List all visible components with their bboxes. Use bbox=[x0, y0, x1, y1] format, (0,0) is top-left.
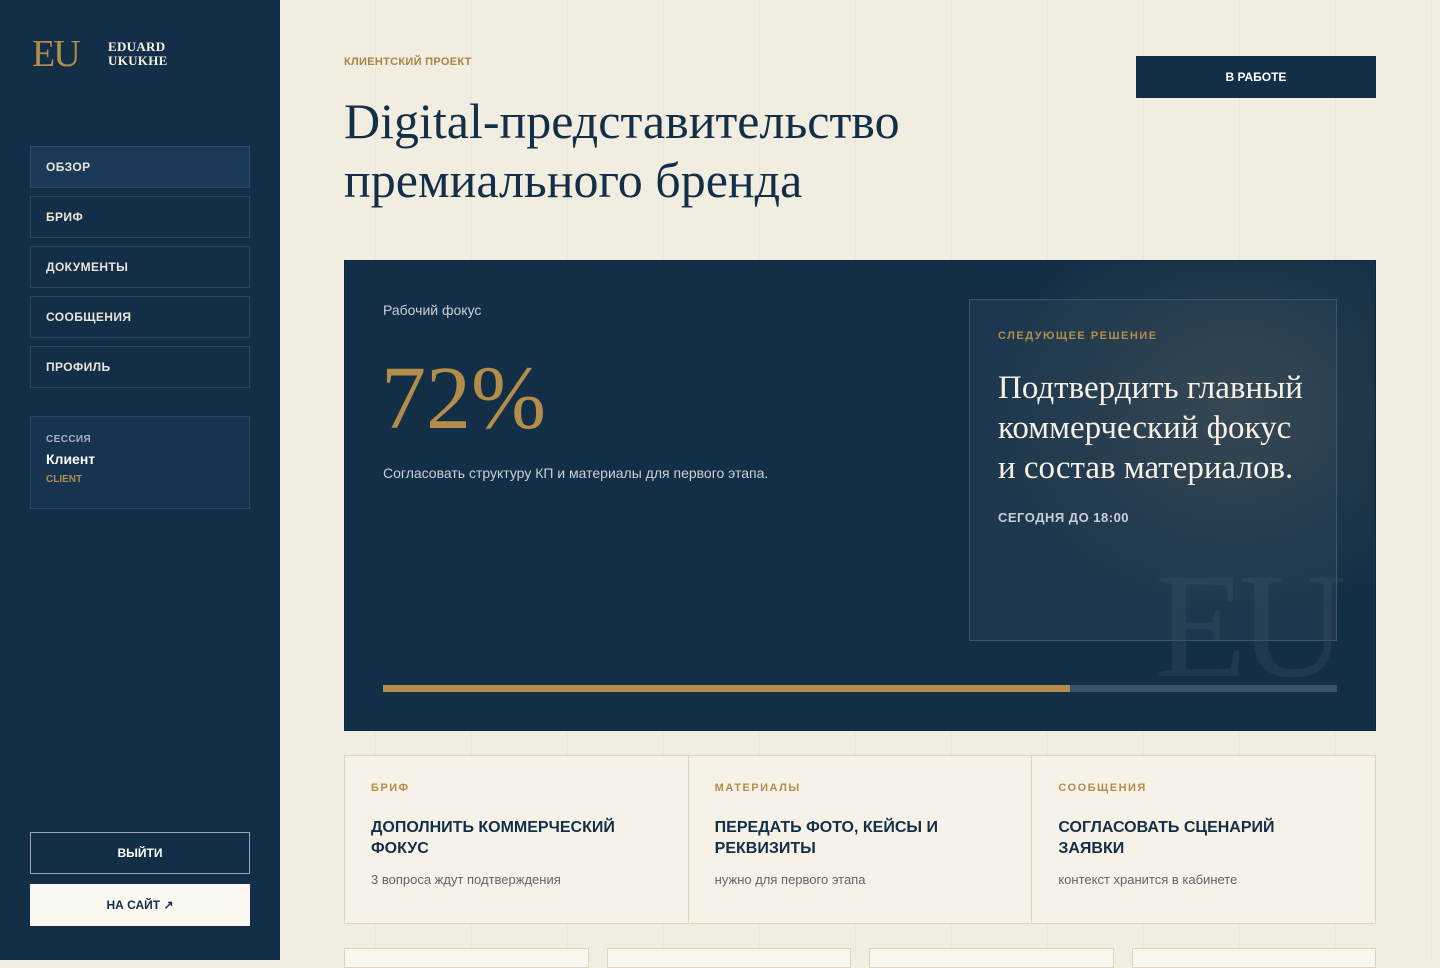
bottom-card[interactable] bbox=[869, 948, 1114, 968]
focus-progress-fill bbox=[383, 685, 1070, 692]
session-user-name: Клиент bbox=[46, 451, 96, 467]
task-category: МАТЕРИАЛЫ bbox=[714, 782, 801, 794]
logout-button[interactable]: ВЫЙТИ bbox=[30, 832, 250, 874]
focus-label: Рабочий фокус bbox=[383, 302, 482, 318]
logo-monogram: EU bbox=[32, 33, 81, 75]
task-title: ДОПОЛНИТЬ КОММЕРЧЕСКИЙ ФОКУС bbox=[371, 819, 615, 857]
logo-name-line1: EDUARD bbox=[108, 39, 166, 54]
task-title: СОГЛАСОВАТЬ СЦЕНАРИЙ ЗАЯВКИ bbox=[1058, 819, 1275, 857]
nav-item-messages[interactable]: СООБЩЕНИЯ bbox=[30, 296, 250, 338]
bottom-card[interactable] bbox=[1131, 948, 1376, 968]
focus-progress-bar bbox=[383, 685, 1337, 692]
task-category: СООБЩЕНИЯ bbox=[1058, 782, 1147, 794]
next-decision-text: Подтвердить главный коммерческий фокус и… bbox=[998, 370, 1303, 486]
brand-logo[interactable]: EU EDUARD UKUKHE bbox=[32, 34, 168, 74]
next-decision-label: СЛЕДУЮЩЕЕ РЕШЕНИЕ bbox=[998, 330, 1158, 342]
go-to-site-button[interactable]: НА САЙТ ↗ bbox=[30, 884, 250, 926]
task-note: 3 вопроса ждут подтверждения bbox=[371, 872, 561, 887]
task-category: БРИФ bbox=[371, 782, 410, 794]
main-content: КЛИЕНТСКИЙ ПРОЕКТ Digital-представительс… bbox=[280, 0, 1440, 968]
bottom-cards-row bbox=[344, 948, 1376, 968]
task-card-messages[interactable]: СООБЩЕНИЯ СОГЛАСОВАТЬ СЦЕНАРИЙ ЗАЯВКИ ко… bbox=[1032, 756, 1375, 923]
focus-description: Согласовать структуру КП и материалы для… bbox=[383, 465, 769, 481]
task-note: нужно для первого этапа bbox=[714, 872, 866, 887]
task-note: контекст хранится в кабинете bbox=[1058, 872, 1238, 887]
page-title: Digital-представительство премиального б… bbox=[344, 93, 900, 208]
bottom-card[interactable] bbox=[606, 948, 851, 968]
task-title: ПЕРЕДАТЬ ФОТО, КЕЙСЫ И РЕКВИЗИТЫ bbox=[714, 819, 938, 857]
status-button[interactable]: В РАБОТЕ bbox=[1136, 56, 1376, 98]
focus-panel: EU Рабочий фокус 72% Согласовать структу… bbox=[344, 260, 1376, 731]
session-card: СЕССИЯ Клиент CLIENT bbox=[30, 416, 250, 509]
nav-item-documents[interactable]: ДОКУМЕНТЫ bbox=[30, 246, 250, 288]
tasks-panel: БРИФ ДОПОЛНИТЬ КОММЕРЧЕСКИЙ ФОКУС 3 вопр… bbox=[344, 755, 1376, 924]
bottom-card[interactable] bbox=[344, 948, 589, 968]
project-eyebrow: КЛИЕНТСКИЙ ПРОЕКТ bbox=[344, 56, 472, 68]
next-decision-card: СЛЕДУЮЩЕЕ РЕШЕНИЕ Подтвердить главный ко… bbox=[969, 299, 1337, 641]
nav-item-overview[interactable]: ОБЗОР bbox=[30, 146, 250, 188]
logo-name: EDUARD UKUKHE bbox=[108, 40, 168, 68]
sidebar-nav: ОБЗОР БРИФ ДОКУМЕНТЫ СООБЩЕНИЯ ПРОФИЛЬ bbox=[30, 146, 250, 396]
sidebar: EU EDUARD UKUKHE ОБЗОР БРИФ ДОКУМЕНТЫ СО… bbox=[0, 0, 280, 960]
logo-name-line2: UKUKHE bbox=[108, 53, 168, 68]
session-user-role: CLIENT bbox=[46, 474, 83, 485]
focus-percentage: 72% bbox=[381, 349, 546, 448]
nav-item-profile[interactable]: ПРОФИЛЬ bbox=[30, 346, 250, 388]
task-card-brief[interactable]: БРИФ ДОПОЛНИТЬ КОММЕРЧЕСКИЙ ФОКУС 3 вопр… bbox=[345, 756, 689, 923]
session-label: СЕССИЯ bbox=[46, 434, 92, 445]
next-decision-deadline: СЕГОДНЯ ДО 18:00 bbox=[998, 510, 1130, 525]
nav-item-brief[interactable]: БРИФ bbox=[30, 196, 250, 238]
task-card-materials[interactable]: МАТЕРИАЛЫ ПЕРЕДАТЬ ФОТО, КЕЙСЫ И РЕКВИЗИ… bbox=[689, 756, 1033, 923]
